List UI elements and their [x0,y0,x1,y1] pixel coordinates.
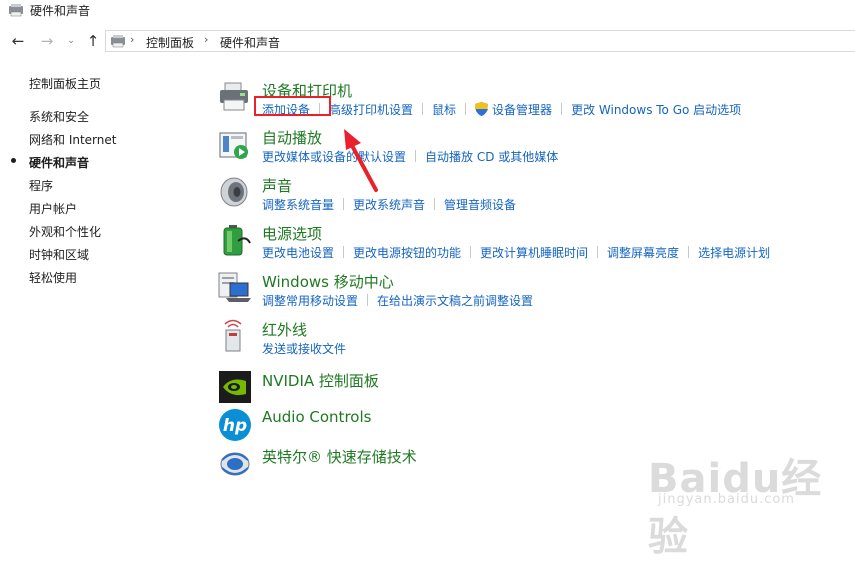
nav-programs[interactable]: 程序 [29,177,53,194]
nav-ease-of-access[interactable]: 轻松使用 [29,269,77,286]
category-title[interactable]: NVIDIA 控制面板 [262,370,379,391]
link-change-system-sounds[interactable]: 更改系统声音 [353,198,425,212]
link-divider [343,246,345,258]
nav-network-internet[interactable]: 网络和 Internet [29,131,116,148]
link-divider [415,150,417,162]
link-adjust-volume[interactable]: 调整系统音量 [262,198,334,212]
link-presentation-settings[interactable]: 在给出演示文稿之前调整设置 [377,294,533,308]
svg-text:hp: hp [223,416,247,436]
link-divider [434,198,436,210]
nav-system-security[interactable]: 系统和安全 [29,108,89,125]
link-choose-power-plan[interactable]: 选择电源计划 [698,246,770,260]
hp-icon[interactable]: hp [218,408,252,442]
link-divider [597,246,599,258]
nvidia-icon[interactable] [218,370,252,404]
category-title[interactable]: 红外线 [262,319,307,340]
link-sleep-time[interactable]: 更改计算机睡眠时间 [480,246,588,260]
category-title[interactable]: 声音 [262,175,292,196]
link-advanced-printer-setup[interactable]: 高级打印机设置 [329,103,413,117]
control-panel-icon [111,35,125,48]
link-autoplay-cd[interactable]: 自动播放 CD 或其他媒体 [425,150,558,164]
link-divider [367,294,369,306]
link-divider [422,103,424,115]
link-send-receive-files[interactable]: 发送或接收文件 [262,342,346,356]
window-title: 硬件和声音 [30,4,91,18]
up-arrow-icon[interactable]: ↑ [84,32,102,50]
link-device-manager[interactable]: 设备管理器 [492,103,552,117]
link-manage-audio-devices[interactable]: 管理音频设备 [444,198,516,212]
category-title[interactable]: 英特尔® 快速存储技术 [262,446,417,467]
category-title[interactable]: Windows 移动中心 [262,271,394,292]
category-title[interactable]: 电源选项 [262,223,322,244]
link-screen-brightness[interactable]: 调整屏幕亮度 [607,246,679,260]
title-bar: 硬件和声音 [0,0,855,22]
infrared-icon[interactable] [218,319,252,353]
uac-shield-icon [475,102,489,116]
breadcrumb-hardware-sound[interactable]: 硬件和声音 [220,34,280,51]
category-links: 添加设备 高级打印机设置 鼠标 设备管理器 更改 Windows To Go 启动选项 [262,101,741,117]
category-title[interactable]: Audio Controls [262,408,371,426]
watermark-url: jingyan.baidu.com [658,492,795,507]
link-mouse[interactable]: 鼠标 [432,103,456,117]
link-mobility-settings[interactable]: 调整常用移动设置 [262,294,358,308]
nav-user-accounts[interactable]: 用户帐户 [29,200,77,217]
link-windows-to-go[interactable]: 更改 Windows To Go 启动选项 [571,103,741,117]
link-divider [561,103,563,115]
current-item-bullet-icon [11,158,16,163]
nav-hardware-sound[interactable]: 硬件和声音 [29,154,89,171]
speaker-icon[interactable] [218,175,252,209]
recent-locations-chevron-icon[interactable]: ⌄ [62,32,80,50]
breadcrumb-separator-icon: › [130,33,135,46]
nav-control-panel-home[interactable]: 控制面板主页 [29,75,101,92]
link-change-media-defaults[interactable]: 更改媒体或设备的默认设置 [262,150,406,164]
intel-rst-icon[interactable] [218,446,252,480]
nav-appearance[interactable]: 外观和个性化 [29,223,101,240]
category-links: 调整系统音量 更改系统声音 管理音频设备 [262,196,516,212]
link-change-battery-settings[interactable]: 更改电池设置 [262,246,334,260]
baidu-watermark: Baidu经验 jingyan.baidu.com [648,440,848,560]
forward-arrow-icon[interactable]: → [38,32,56,50]
link-divider [470,246,472,258]
hardware-sound-icon [9,4,23,17]
category-links: 发送或接收文件 [262,340,346,356]
link-divider [688,246,690,258]
autoplay-icon[interactable] [218,127,252,161]
battery-icon[interactable] [218,223,252,257]
breadcrumb-control-panel[interactable]: 控制面板 [146,34,194,51]
link-divider [343,198,345,210]
address-bar[interactable]: › 控制面板 › 硬件和声音 [105,30,855,52]
back-arrow-icon[interactable]: ← [9,32,27,50]
category-links: 更改电池设置 更改电源按钮的功能 更改计算机睡眠时间 调整屏幕亮度 选择电源计划 [262,244,770,260]
navigation-bar: ← → ⌄ ↑ › 控制面板 › 硬件和声音 [0,28,855,56]
printer-icon[interactable] [218,80,252,114]
category-links: 更改媒体或设备的默认设置 自动播放 CD 或其他媒体 [262,148,558,164]
laptop-icon[interactable] [218,271,252,305]
nav-clock-region[interactable]: 时钟和区域 [29,246,89,263]
category-links: 调整常用移动设置 在给出演示文稿之前调整设置 [262,292,533,308]
annotation-highlight-box [254,96,331,116]
breadcrumb-separator-icon: › [204,33,209,46]
category-title[interactable]: 自动播放 [262,127,322,148]
link-divider [465,103,467,115]
link-power-button-function[interactable]: 更改电源按钮的功能 [353,246,461,260]
